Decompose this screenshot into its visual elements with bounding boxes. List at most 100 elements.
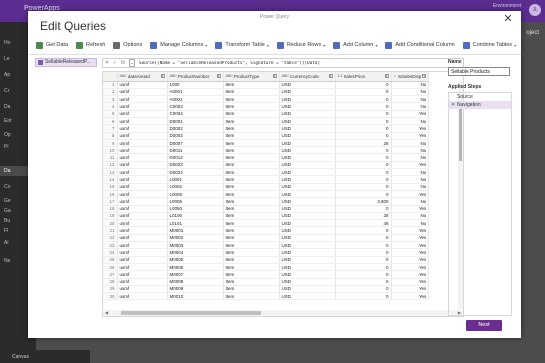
filter-dropdown-icon[interactable]: ▾ [272,74,277,79]
table-cell[interactable]: USD [279,110,336,119]
table-cell[interactable]: Yes [391,234,430,243]
close-icon[interactable]: ✕ [503,14,513,25]
table-cell[interactable]: 0 [335,117,392,126]
table-cell[interactable]: Item [223,190,280,199]
table-cell[interactable]: USD [279,175,336,184]
table-cell[interactable]: USD [279,183,336,191]
table-cell[interactable]: USD [279,146,336,155]
table-cell[interactable]: No [391,139,430,148]
table-cell[interactable]: 0 [335,278,392,286]
table-cell[interactable]: 0 [335,292,392,301]
table-cell[interactable]: Item [223,153,280,162]
table-cell[interactable]: No [391,117,430,126]
table-cell[interactable]: usmf [117,234,168,243]
table-cell[interactable]: 0 [335,161,392,170]
table-cell[interactable]: No [391,95,430,104]
table-cell[interactable]: usmf [117,110,168,119]
table-cell[interactable]: USD [279,132,336,140]
filter-dropdown-icon[interactable]: ▾ [160,74,165,79]
table-cell[interactable]: L0101 [167,219,224,228]
table-cell[interactable]: Yes [391,256,430,264]
table-cell[interactable]: USD [279,263,336,272]
table-cell[interactable]: USD [279,234,336,243]
nav-item[interactable]: Da [4,168,10,174]
table-cell[interactable]: Item [223,241,280,250]
table-cell[interactable]: Yes [391,270,430,279]
remove-step-icon[interactable]: ✕ [451,101,455,109]
toolbar-refresh-button[interactable]: Refresh [72,39,109,51]
table-cell[interactable]: D0012 [167,153,224,162]
table-cell[interactable]: Item [223,278,280,286]
table-cell[interactable]: C0002 [167,102,224,111]
table-cell[interactable]: D0002 [167,124,224,133]
table-cell[interactable]: 0 [335,132,392,140]
table-cell[interactable]: M0007 [167,270,224,279]
table-cell[interactable]: L0002 [167,183,224,191]
table-cell[interactable]: 0 [335,256,392,264]
table-cell[interactable]: 0 [335,190,392,199]
table-cell[interactable]: 0 [335,146,392,155]
table-cell[interactable]: USD [279,81,336,89]
table-cell[interactable]: USD [279,124,336,133]
table-cell[interactable]: 0 [335,153,392,162]
table-cell[interactable]: No [391,146,430,155]
table-cell[interactable]: 0 [335,175,392,184]
nav-item[interactable]: Fl [4,228,8,234]
table-cell[interactable]: No [391,183,430,191]
formula-text[interactable]: Source{[Name = "SellableReleasedProducts… [137,61,463,66]
nav-item[interactable]: Op [4,132,11,138]
filter-dropdown-icon[interactable]: ▾ [384,74,389,79]
table-cell[interactable]: Item [223,110,280,119]
table-cell[interactable]: usmf [117,248,168,257]
table-cell[interactable]: Item [223,124,280,133]
nav-item[interactable]: Co [4,184,10,190]
table-cell[interactable]: M0010 [167,292,224,301]
table-cell[interactable]: A0001 [167,88,224,97]
nav-item[interactable]: Le [4,56,10,62]
table-cell[interactable]: 0 [335,168,392,177]
table-cell[interactable]: Item [223,139,280,148]
table-cell[interactable]: USD [279,205,336,213]
table-cell[interactable]: Item [223,292,280,301]
table-cell[interactable]: Item [223,256,280,264]
chevron-down-icon[interactable]: ⌄ [129,59,135,67]
table-cell[interactable]: usmf [117,139,168,148]
table-cell[interactable]: L0005 [167,190,224,199]
table-cell[interactable]: 0 [335,81,392,89]
filter-dropdown-icon[interactable]: ▾ [216,74,221,79]
table-cell[interactable]: 0 [335,248,392,257]
table-cell[interactable]: usmf [117,197,168,206]
table-cell[interactable]: 0 [335,183,392,191]
horizontal-scrollbar[interactable]: ◀ ▶ [103,310,463,316]
table-cell[interactable]: Item [223,234,280,243]
table-cell[interactable]: usmf [117,292,168,301]
table-cell[interactable]: L0050 [167,205,224,213]
table-cell[interactable]: usmf [117,88,168,97]
table-cell[interactable]: usmf [117,190,168,199]
nav-item[interactable]: Ai [4,240,8,246]
table-cell[interactable]: No [391,197,430,206]
toolbar-add-conditional-column-button[interactable]: Add Conditional Column [381,39,458,51]
cancel-formula-icon[interactable]: ✕ [103,60,111,66]
table-cell[interactable]: Item [223,197,280,206]
applied-step-navigation[interactable]: ✕ Navigation [449,101,511,109]
table-cell[interactable]: USD [279,161,336,170]
table-cell[interactable]: 48 [335,219,392,228]
table-cell[interactable]: D0001 [167,117,224,126]
column-type-icon[interactable]: ABC [120,74,127,78]
column-header[interactable]: ABC ProductNumber ▾ [167,72,224,82]
table-cell[interactable]: No [391,175,430,184]
table-cell[interactable]: Item [223,88,280,97]
table-cell[interactable]: M0008 [167,278,224,286]
query-name-input[interactable] [448,67,510,76]
query-item-sellable-released-products[interactable]: SellableReleasedP... [35,58,97,67]
nav-item[interactable]: Ent [4,118,12,124]
table-cell[interactable]: M0005 [167,256,224,264]
column-type-icon[interactable]: ✓ [394,74,397,78]
table-cell[interactable]: Yes [391,161,430,170]
table-cell[interactable]: usmf [117,124,168,133]
table-cell[interactable]: usmf [117,263,168,272]
table-cell[interactable]: 1000 [167,81,224,89]
table-cell[interactable]: USD [279,197,336,206]
table-cell[interactable]: 0 [335,124,392,133]
